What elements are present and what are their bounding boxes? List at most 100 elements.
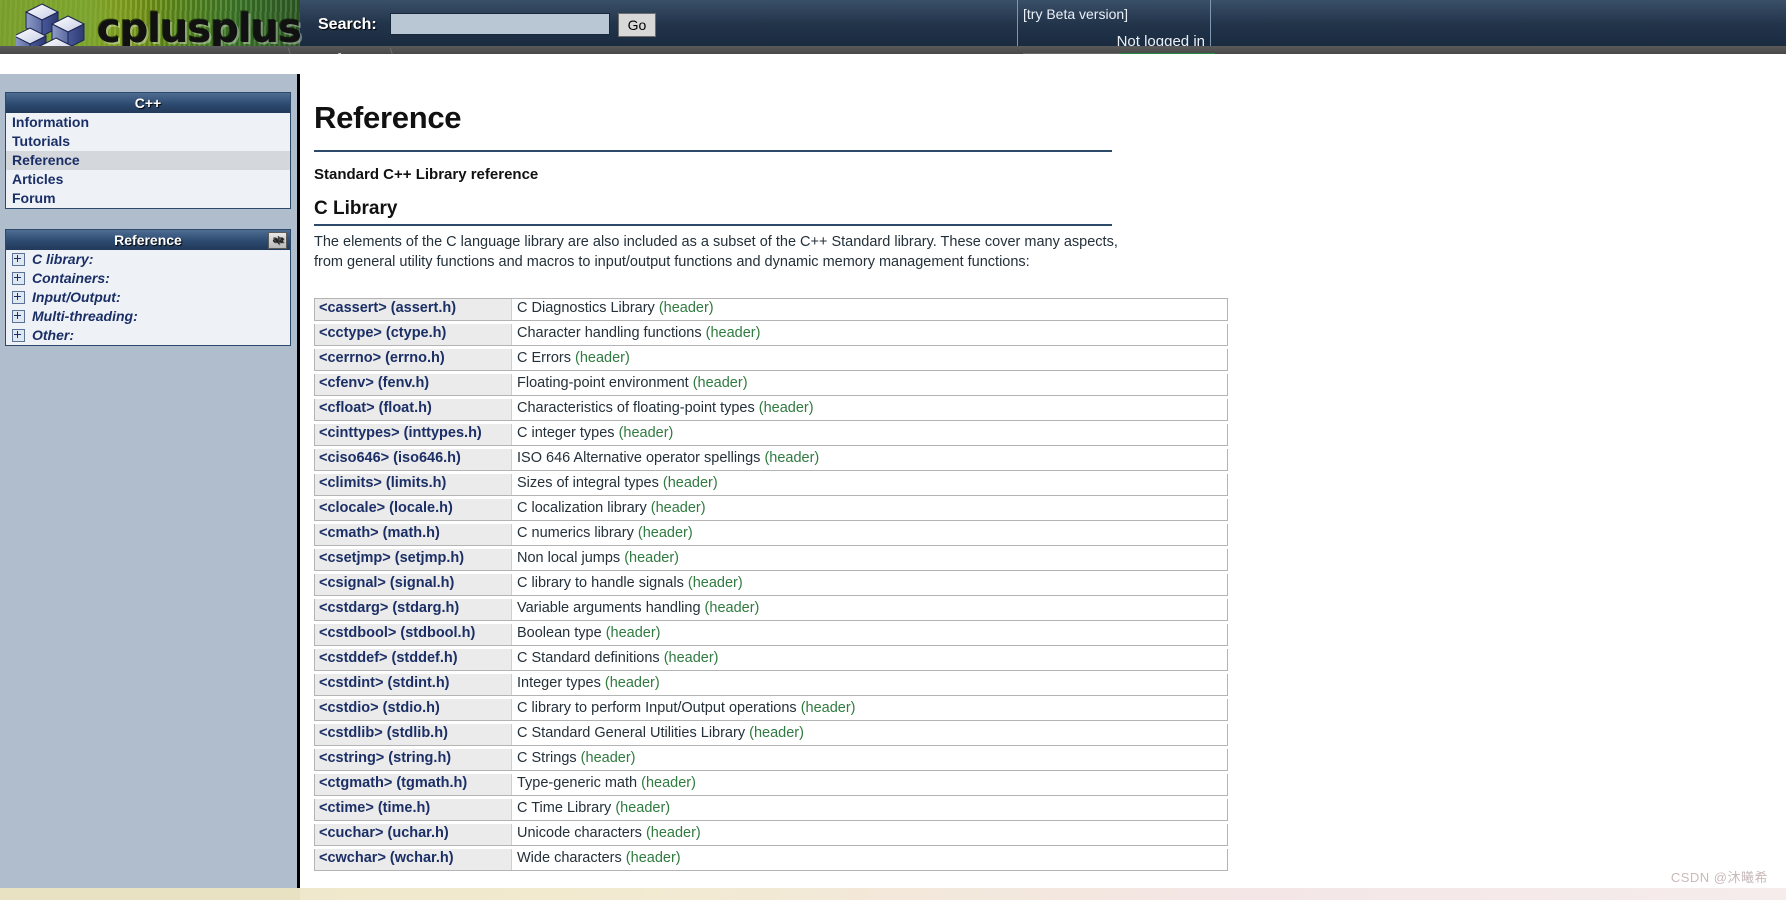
tree-item-multi-threading[interactable]: Multi-threading: (6, 307, 290, 326)
header-tag-label: (header) (575, 350, 630, 366)
table-row: <cwchar> (wchar.h) Wide characters (heade… (314, 849, 1228, 871)
header-divider-left (1017, 0, 1018, 48)
tree-item-containers[interactable]: Containers: (6, 269, 290, 288)
header-description: C integer types (header) (512, 424, 1227, 445)
sidebar-item-tutorials[interactable]: Tutorials (6, 132, 290, 151)
tree-item-c-library[interactable]: C library: (6, 250, 290, 269)
expand-plus-icon[interactable] (12, 272, 25, 285)
page-root: cplusplus .com Search: Go [try Beta vers… (0, 0, 1786, 900)
expand-plus-icon[interactable] (12, 310, 25, 323)
header-tag-label: (header) (624, 550, 679, 566)
description-text: Type-generic math (517, 775, 642, 791)
search-input[interactable] (390, 13, 610, 35)
header-tag-label: (header) (705, 325, 761, 341)
header-name-link[interactable]: <cstdlib> (stdlib.h) (315, 724, 512, 745)
tree-item-input-output[interactable]: Input/Output: (6, 288, 290, 307)
sidebar-item-information[interactable]: Information (6, 113, 290, 132)
section-intro-text: The elements of the C language library a… (314, 234, 1118, 270)
header-tag-label: (header) (800, 700, 856, 716)
header-name-link[interactable]: <cstring> (string.h) (315, 749, 512, 770)
header-tag-label: (header) (625, 850, 681, 866)
header-description: Integer types (header) (512, 674, 1227, 695)
table-row: <cfloat> (float.h) Characteristics of flo… (314, 399, 1228, 421)
header-name-link[interactable]: <csignal> (signal.h) (315, 574, 512, 595)
table-row: <cerrno> (errno.h) C Errors (header) (314, 349, 1228, 371)
search-go-button[interactable]: Go (618, 13, 656, 37)
bottom-strip-left (0, 888, 300, 900)
login-button[interactable]: log in (1119, 53, 1215, 54)
header-description: Wide characters (header) (512, 849, 1227, 870)
header-description: C Time Library (header) (512, 799, 1227, 820)
header-name-link[interactable]: <ctime> (time.h) (315, 799, 512, 820)
description-text: Sizes of integral types (517, 475, 663, 491)
expand-plus-icon[interactable] (12, 329, 25, 342)
header-tag-label: (header) (645, 825, 701, 841)
header-description: Unicode characters (header) (512, 824, 1227, 845)
description-text: Variable arguments handling (517, 600, 705, 616)
sidebar-item-forum[interactable]: Forum (6, 189, 290, 208)
main-content: Reference Standard C++ Library reference… (300, 74, 1786, 900)
tree-item-other[interactable]: Other: (6, 326, 290, 345)
header-tag-label: (header) (580, 750, 636, 766)
header-name-link[interactable]: <cfloat> (float.h) (315, 399, 512, 420)
header-name-link[interactable]: <cerrno> (errno.h) (315, 349, 512, 370)
sidebar-item-reference[interactable]: Reference (6, 151, 290, 170)
header-description: C numerics library (header) (512, 524, 1227, 545)
header-description: C Standard General Utilities Library (he… (512, 724, 1227, 745)
header-tag-label: (header) (663, 650, 719, 666)
header-description: Type-generic math (header) (512, 774, 1227, 795)
table-row: <csignal> (signal.h) C library to handle … (314, 574, 1228, 596)
site-header: cplusplus .com Search: Go [try Beta vers… (0, 0, 1786, 54)
table-row: <cfenv> (fenv.h) Floating-point environme… (314, 374, 1228, 396)
header-tag-label: (header) (658, 300, 714, 316)
table-row: <cstdarg> (stdarg.h) Variable arguments h… (314, 599, 1228, 621)
register-button[interactable]: register (1023, 53, 1119, 54)
c-library-headers-table: <cassert> (assert.h) C Diagnostics Librar… (314, 298, 1228, 874)
cpp-nav-panel: C++ Information Tutorials Reference Arti… (5, 92, 291, 209)
expand-plus-icon[interactable] (12, 253, 25, 266)
table-row: <climits> (limits.h) Sizes of integral ty… (314, 474, 1228, 496)
description-text: C Standard General Utilities Library (517, 725, 750, 741)
header-tag-label: (header) (637, 525, 693, 541)
header-tag-label: (header) (650, 500, 706, 516)
beta-version-link[interactable]: [try Beta version] (1023, 6, 1128, 22)
alphabetical-index-icon[interactable]: a|z (268, 232, 287, 249)
cpp-panel-title: C++ (6, 93, 290, 113)
header-name-link[interactable]: <cfenv> (fenv.h) (315, 374, 512, 395)
reference-panel-body: C library: Containers: Input/Output: Mul… (6, 250, 290, 345)
header-name-link[interactable]: <ctgmath> (tgmath.h) (315, 774, 512, 795)
header-name-link[interactable]: <cwchar> (wchar.h) (315, 849, 512, 870)
header-name-link[interactable]: <cassert> (assert.h) (315, 299, 512, 320)
header-description: C Errors (header) (512, 349, 1227, 370)
header-name-link[interactable]: <clocale> (locale.h) (315, 499, 512, 520)
header-name-link[interactable]: <cstdarg> (stdarg.h) (315, 599, 512, 620)
description-text: ISO 646 Alternative operator spellings (517, 450, 765, 466)
header-name-link[interactable]: <cinttypes> (inttypes.h) (315, 424, 512, 445)
description-text: Character handling functions (517, 325, 706, 341)
description-text: Boolean type (517, 625, 606, 641)
page-title: Reference (314, 100, 462, 135)
description-text: Integer types (517, 675, 605, 691)
expand-plus-icon[interactable] (12, 291, 25, 304)
header-name-link[interactable]: <cstdio> (stdio.h) (315, 699, 512, 720)
sidebar-item-articles[interactable]: Articles (6, 170, 290, 189)
header-description: C Diagnostics Library (header) (512, 299, 1227, 320)
header-name-link[interactable]: <cuchar> (uchar.h) (315, 824, 512, 845)
header-name-link[interactable]: <cctype> (ctype.h) (315, 324, 512, 345)
header-name-link[interactable]: <ciso646> (iso646.h) (315, 449, 512, 470)
tree-item-label: C library: (32, 251, 94, 267)
header-name-link[interactable]: <csetjmp> (setjmp.h) (315, 549, 512, 570)
description-text: C Standard definitions (517, 650, 664, 666)
header-name-link[interactable]: <cstdbool> (stdbool.h) (315, 624, 512, 645)
table-row: <cstddef> (stddef.h) C Standard definitio… (314, 649, 1228, 671)
tree-item-label: Containers: (32, 270, 110, 286)
header-tag-label: (header) (764, 450, 820, 466)
table-row: <ciso646> (iso646.h) ISO 646 Alternative … (314, 449, 1228, 471)
header-name-link[interactable]: <climits> (limits.h) (315, 474, 512, 495)
table-row: <cstdio> (stdio.h) C library to perform I… (314, 699, 1228, 721)
table-row: <cstring> (string.h) C Strings (header) (314, 749, 1228, 771)
header-name-link[interactable]: <cmath> (math.h) (315, 524, 512, 545)
description-text: Unicode characters (517, 825, 646, 841)
header-name-link[interactable]: <cstdint> (stdint.h) (315, 674, 512, 695)
header-name-link[interactable]: <cstddef> (stddef.h) (315, 649, 512, 670)
